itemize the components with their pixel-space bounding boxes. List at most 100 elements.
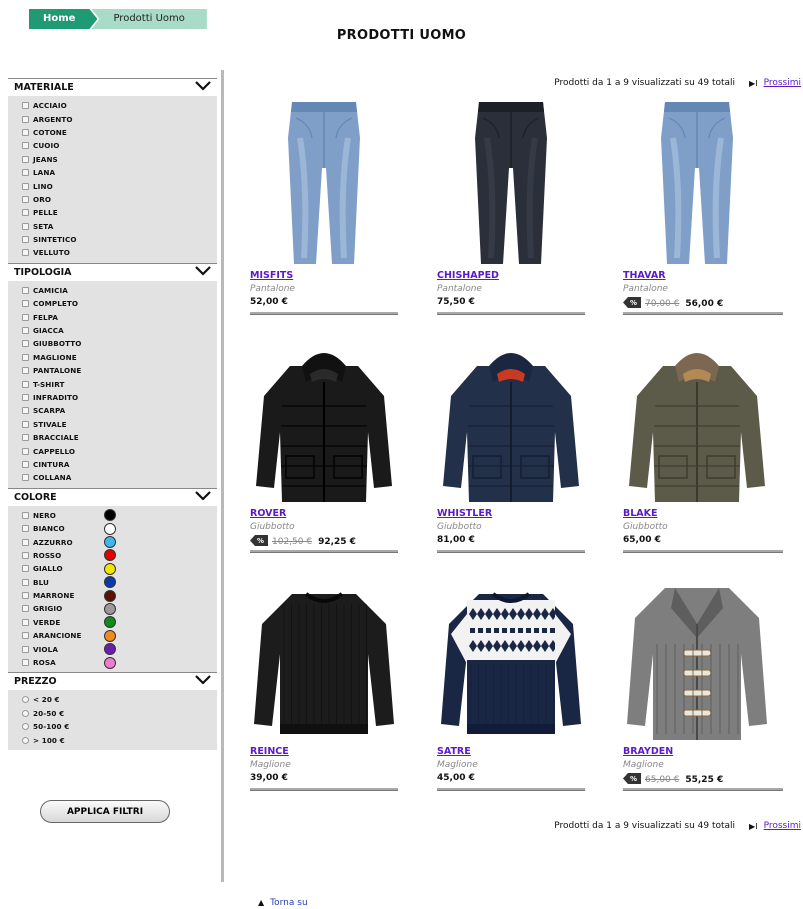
filter-option[interactable]: VERDE — [22, 616, 217, 629]
filter-option[interactable]: ROSSO — [22, 549, 217, 562]
checkbox[interactable] — [22, 474, 29, 482]
filter-option[interactable]: INFRADITO — [22, 391, 217, 404]
back-to-top-link[interactable]: ▲ Torna su — [258, 898, 308, 908]
product-name-link[interactable]: MISFITS — [250, 270, 293, 281]
product-image[interactable] — [437, 98, 585, 268]
filter-option[interactable]: BRACCIALE — [22, 431, 217, 444]
chevron-down-icon[interactable] — [195, 490, 211, 504]
checkbox[interactable] — [22, 645, 29, 653]
filter-option[interactable]: 20-50 € — [22, 707, 217, 720]
filter-option[interactable]: BIANCO — [22, 522, 217, 535]
checkbox[interactable] — [22, 222, 29, 230]
checkbox[interactable] — [22, 142, 29, 150]
filter-option[interactable]: VIOLA — [22, 642, 217, 656]
checkbox[interactable] — [22, 538, 29, 546]
color-swatch[interactable] — [104, 656, 116, 669]
chevron-down-icon[interactable] — [195, 81, 211, 94]
filter-option[interactable]: SCARPA — [22, 404, 217, 417]
checkbox[interactable] — [22, 394, 29, 401]
filter-option[interactable]: COMPLETO — [22, 297, 217, 310]
filter-option[interactable]: FELPA — [22, 310, 217, 323]
filter-option[interactable]: ARGENTO — [22, 112, 217, 125]
product-name-link[interactable]: ROVER — [250, 508, 286, 519]
filter-option[interactable]: BLU — [22, 576, 217, 589]
next-page-link[interactable]: Prossimi — [764, 821, 801, 831]
color-swatch[interactable] — [104, 589, 116, 602]
checkbox[interactable] — [22, 182, 29, 190]
product-name-link[interactable]: REINCE — [250, 746, 289, 757]
filter-option[interactable]: 50-100 € — [22, 720, 217, 733]
filter-option[interactable]: CAPPELLO — [22, 444, 217, 457]
filter-option[interactable]: CAMICIA — [22, 284, 217, 297]
filter-option[interactable]: < 20 € — [22, 693, 217, 706]
color-swatch[interactable] — [104, 643, 116, 656]
checkbox[interactable] — [22, 420, 29, 428]
product-name-link[interactable]: BLAKE — [623, 508, 658, 519]
checkbox[interactable] — [22, 511, 29, 519]
color-swatch[interactable] — [104, 616, 116, 629]
next-page-link[interactable]: Prossimi — [764, 78, 801, 88]
color-swatch[interactable] — [104, 549, 116, 562]
checkbox[interactable] — [22, 327, 29, 335]
chevron-down-icon[interactable] — [195, 265, 211, 279]
filter-option[interactable]: PANTALONE — [22, 364, 217, 377]
filter-option[interactable]: LINO — [22, 179, 217, 192]
checkbox[interactable] — [22, 340, 29, 348]
apply-filters-button[interactable]: APPLICA FILTRI — [40, 800, 170, 823]
product-image[interactable] — [250, 574, 398, 744]
filter-header-colore[interactable]: COLORE — [8, 487, 217, 506]
filter-option[interactable]: SETA — [22, 220, 217, 233]
checkbox[interactable] — [22, 249, 29, 257]
filter-option[interactable]: CUOIO — [22, 139, 217, 152]
radio-button[interactable] — [22, 723, 29, 731]
checkbox[interactable] — [22, 525, 29, 533]
product-image[interactable] — [250, 98, 398, 268]
radio-button[interactable] — [22, 709, 29, 717]
filter-option[interactable]: > 100 € — [22, 733, 217, 746]
checkbox[interactable] — [22, 115, 29, 123]
product-name-link[interactable]: SATRE — [437, 746, 471, 757]
checkbox[interactable] — [22, 380, 29, 388]
checkbox[interactable] — [22, 460, 29, 468]
filter-option[interactable]: GIUBBOTTO — [22, 337, 217, 350]
filter-header-prezzo[interactable]: PREZZO — [8, 672, 217, 691]
radio-button[interactable] — [22, 736, 29, 744]
checkbox[interactable] — [22, 367, 29, 375]
checkbox[interactable] — [22, 353, 29, 361]
checkbox[interactable] — [22, 169, 29, 177]
checkbox[interactable] — [22, 447, 29, 455]
checkbox[interactable] — [22, 407, 29, 415]
checkbox[interactable] — [22, 128, 29, 136]
product-name-link[interactable]: WHISTLER — [437, 508, 492, 519]
checkbox[interactable] — [22, 551, 29, 559]
filter-option[interactable]: COLLANA — [22, 471, 217, 484]
checkbox[interactable] — [22, 209, 29, 217]
chevron-down-icon[interactable] — [195, 675, 211, 688]
filter-option[interactable]: GIALLO — [22, 562, 217, 575]
filter-option[interactable]: GRIGIO — [22, 602, 217, 615]
filter-option[interactable]: MAGLIONE — [22, 351, 217, 364]
last-page-icon[interactable]: ▶I — [749, 79, 758, 88]
breadcrumb-home[interactable]: Home — [29, 9, 97, 29]
product-image[interactable] — [623, 574, 771, 744]
filter-option[interactable]: COTONE — [22, 126, 217, 139]
color-swatch[interactable] — [104, 522, 116, 535]
filter-option[interactable]: NERO — [22, 509, 217, 522]
filter-option[interactable]: ROSA — [22, 656, 217, 669]
product-image[interactable] — [437, 574, 585, 744]
checkbox[interactable] — [22, 313, 29, 321]
filter-header-tipologia[interactable]: TIPOLOGIA — [8, 262, 217, 281]
filter-option[interactable]: ARANCIONE — [22, 629, 217, 642]
filter-option[interactable]: SINTETICO — [22, 233, 217, 246]
checkbox[interactable] — [22, 286, 29, 294]
product-image[interactable] — [437, 336, 585, 506]
filter-option[interactable]: STIVALE — [22, 418, 217, 431]
color-swatch[interactable] — [104, 536, 116, 549]
color-swatch[interactable] — [104, 602, 116, 615]
checkbox[interactable] — [22, 102, 29, 110]
color-swatch[interactable] — [104, 509, 116, 522]
filter-header-materiale[interactable]: MATERIALE — [8, 78, 217, 96]
filter-option[interactable]: MARRONE — [22, 589, 217, 602]
filter-option[interactable]: AZZURRO — [22, 535, 217, 549]
checkbox[interactable] — [22, 605, 29, 613]
